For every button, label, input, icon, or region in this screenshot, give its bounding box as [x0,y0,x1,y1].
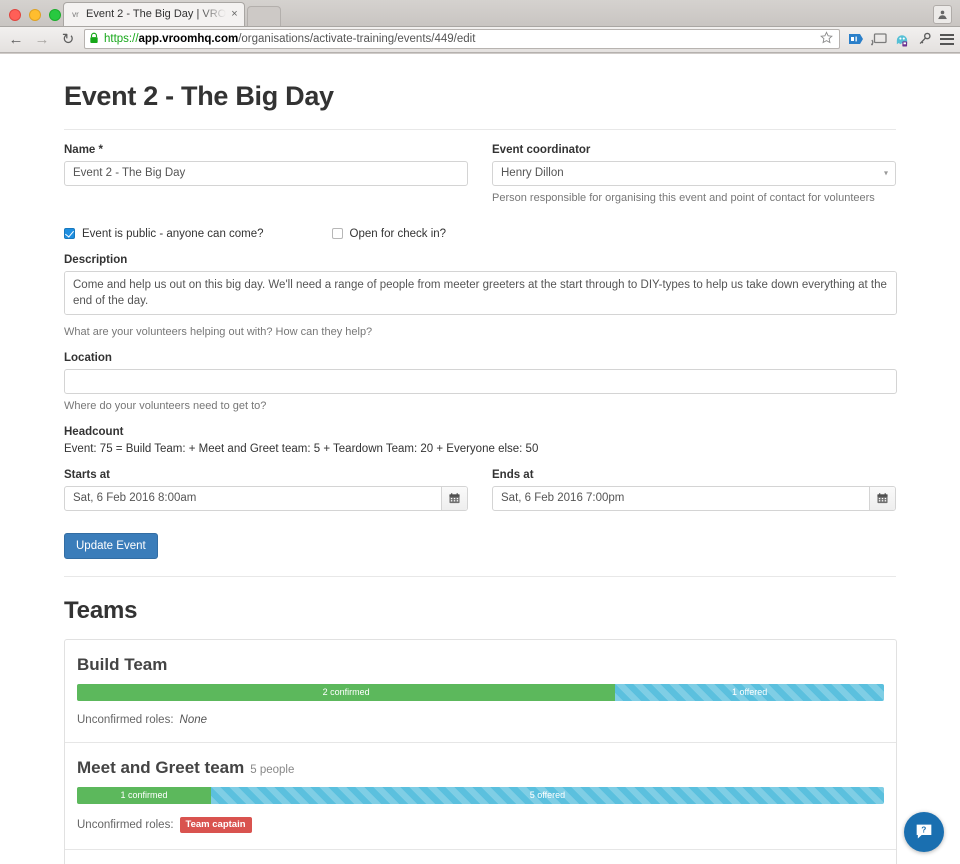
form-teams-divider [64,575,896,577]
team-progress-bar: 1 confirmed 5 offered [77,786,884,804]
coordinator-selected-value: Henry Dillon [501,167,564,180]
ends-at-value[interactable]: Sat, 6 Feb 2016 7:00pm [493,487,869,510]
unconfirmed-roles-label: Unconfirmed roles: [77,713,174,726]
menu-icon[interactable] [940,33,954,45]
browser-toolbar: ← → ↻ https://app.vroomhq.com/organisati… [0,26,960,53]
reload-icon[interactable]: ↻ [58,29,78,49]
team-progress-bar: 2 confirmed 1 offered [77,683,884,701]
team-row: Meet and Greet team 5 people 1 confirmed 5 … [65,743,896,850]
url-path: /organisations/activate-training/events/… [238,33,476,46]
datetime-row: Starts at Sat, 6 Feb 2016 8:00am Ends at… [64,455,896,511]
description-help: What are your volunteers helping out wit… [64,325,373,338]
description-label: Description [64,253,128,266]
minimize-window-button[interactable] [29,9,41,21]
public-event-label: Event is public - anyone can come? [82,227,264,240]
svg-text:?: ? [921,824,926,834]
progress-segment-green: 1 confirmed [77,786,211,804]
tab-title: Event 2 - The Big Day | VRO [86,8,227,21]
open-checkin-checkbox-group[interactable]: Open for check in? [331,227,447,240]
unconfirmed-roles: Unconfirmed roles: Team captain [77,816,884,833]
unconfirmed-roles: Unconfirmed roles: None [77,714,884,726]
name-input[interactable] [64,160,468,186]
calendar-icon[interactable] [441,486,467,510]
location-label: Location [64,351,112,364]
window-controls [9,9,61,21]
help-chat-icon[interactable]: ? [904,812,944,853]
page-title: Event 2 - The Big Day [64,80,334,111]
maximize-window-button[interactable] [49,9,61,21]
status-badge[interactable]: Team captain [179,816,252,833]
address-bar[interactable]: https://app.vroomhq.com/organisations/ac… [84,29,840,50]
starts-at-field[interactable]: Sat, 6 Feb 2016 8:00am [64,485,468,511]
page-viewport: Event 2 - The Big Day Name * Event coord… [0,52,960,864]
vroom-favicon: vr [72,9,79,19]
location-help: Where do your volunteers need to get to? [64,399,267,412]
close-window-button[interactable] [9,9,21,21]
coordinator-label: Event coordinator [492,143,591,156]
progress-segment-striped: 5 offered [210,786,884,804]
forward-icon[interactable]: → [32,29,52,49]
back-icon[interactable]: ← [6,29,26,49]
starts-at-group: Starts at Sat, 6 Feb 2016 8:00am [64,455,468,511]
coordinator-help: Person responsible for organising this e… [492,191,875,204]
extension-blue-icon[interactable] [848,32,864,46]
url-host: app.vroomhq.com [138,33,239,46]
calendar-icon[interactable] [869,486,895,510]
name-coordinator-row: Name * Event coordinator Henry Dillon ▾ … [64,130,896,204]
extension-icons [846,32,954,47]
team-header: Meet and Greet team 5 people [77,758,884,778]
name-label: Name * [64,143,103,156]
bookmark-star-icon[interactable] [820,31,833,47]
name-field-group: Name * [64,130,468,204]
url-scheme: https:// [104,33,139,46]
teams-heading: Teams [64,596,138,624]
key-icon[interactable] [917,32,933,46]
starts-at-label: Starts at [64,468,111,481]
progress-segment-green: 2 confirmed [77,683,616,701]
ends-at-label: Ends at [492,468,534,481]
progress-segment-striped: 1 offered [615,683,884,701]
profile-icon[interactable] [933,5,952,24]
public-event-checkbox-group[interactable]: Event is public - anyone can come? [64,228,264,240]
team-name: Meet and Greet team [77,757,245,777]
coordinator-field-group: Event coordinator Henry Dillon ▾ Person … [492,130,896,204]
unconfirmed-roles-none: None [179,713,208,726]
cast-icon[interactable] [871,32,887,46]
team-row: Build Team 2 confirmed 1 offered Unconfirme… [65,640,896,743]
coordinator-select[interactable]: Henry Dillon ▾ [492,160,896,186]
tab-strip: vr Event 2 - The Big Day | VRO × [0,0,960,27]
unconfirmed-roles-label: Unconfirmed roles: [77,818,174,831]
ends-at-field[interactable]: Sat, 6 Feb 2016 7:00pm [492,485,896,511]
team-header: Build Team [77,655,884,675]
close-icon[interactable]: × [231,8,237,20]
visibility-options-row: Event is public - anyone can come? Open … [64,228,896,240]
extension-ghost-icon[interactable] [894,32,910,47]
checkbox-checked-icon[interactable] [64,228,75,240]
starts-at-value[interactable]: Sat, 6 Feb 2016 8:00am [65,487,441,510]
checkbox-unchecked-icon[interactable] [331,228,343,240]
team-row: Teardown Team20 people20 more needed [65,850,896,864]
team-name: Build Team [77,654,168,674]
open-checkin-label: Open for check in? [349,227,447,240]
page-content: Event 2 - The Big Day Name * Event coord… [0,81,960,864]
team-people-count: 5 people [250,763,295,776]
browser-window: vr Event 2 - The Big Day | VRO × ← → ↻ h… [0,0,960,864]
new-tab-button[interactable] [246,5,281,26]
headcount-label: Headcount [64,425,124,438]
description-textarea[interactable]: Come and help us out on this big day. We… [64,270,897,315]
url-text: https://app.vroomhq.com/organisations/ac… [104,33,475,45]
headcount-summary: Event: 75 = Build Team: + Meet and Greet… [64,442,539,455]
teams-card: Build Team 2 confirmed 1 offered Unconfirme… [64,638,897,864]
location-input[interactable] [64,368,897,394]
ends-at-group: Ends at Sat, 6 Feb 2016 7:00pm [492,455,896,511]
chevron-down-icon: ▾ [883,168,888,178]
lock-icon [89,32,99,47]
browser-tab[interactable]: vr Event 2 - The Big Day | VRO × [63,1,245,26]
update-event-button[interactable]: Update Event [64,532,158,559]
